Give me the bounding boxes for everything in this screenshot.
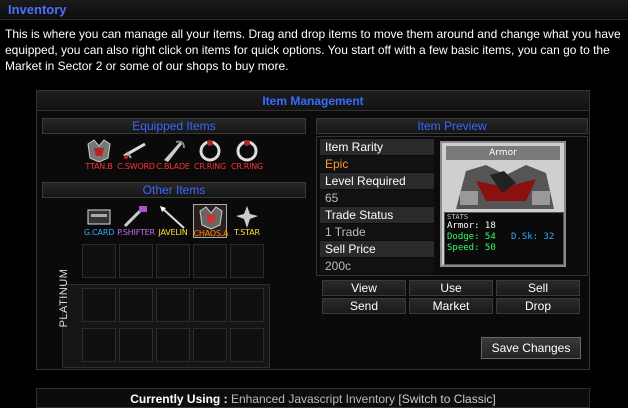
item-card: Armor STATS Armor: 18 Dodge: 54 D.Sk: 32… xyxy=(440,141,566,267)
blade-icon xyxy=(164,140,185,162)
shifter-icon xyxy=(123,206,147,228)
rarity-value: Epic xyxy=(320,156,434,172)
equipped-item-ring-2[interactable]: CR.RING xyxy=(230,138,264,172)
other-heading: Other Items xyxy=(42,182,306,198)
stat-dsk: D.Sk: 32 xyxy=(511,232,555,242)
price-value: 200c xyxy=(320,258,434,274)
footer-key: Currently Using : xyxy=(130,392,228,406)
platinum-slot[interactable] xyxy=(119,288,153,322)
empty-slot[interactable] xyxy=(230,244,264,278)
drop-button[interactable]: Drop xyxy=(496,298,580,314)
level-label: Level Required xyxy=(320,173,434,189)
platinum-slot[interactable] xyxy=(82,288,116,322)
ring-icon xyxy=(236,140,258,162)
trade-label: Trade Status xyxy=(320,207,434,223)
equipped-heading: Equipped Items xyxy=(42,118,306,134)
send-button[interactable]: Send xyxy=(322,298,406,314)
empty-slot[interactable] xyxy=(119,244,153,278)
stats-caption: STATS xyxy=(447,213,469,221)
platinum-label: PLATINUM xyxy=(58,268,70,328)
top-bar: Inventory xyxy=(0,0,628,20)
platinum-slot[interactable] xyxy=(82,328,116,362)
equipped-item-ring-1[interactable]: CR.RING xyxy=(193,138,227,172)
preview-heading: Item Preview xyxy=(316,118,588,134)
chaos-armor-icon xyxy=(199,206,223,230)
stat-armor: Armor: 18 xyxy=(447,221,496,231)
item-label: CR.RING xyxy=(230,162,264,171)
sword-icon xyxy=(123,142,146,159)
armor-art-icon xyxy=(456,165,554,209)
item-label: T.STAR xyxy=(234,228,260,237)
platinum-slot[interactable] xyxy=(156,328,190,362)
platinum-slot[interactable] xyxy=(156,288,190,322)
empty-slot[interactable] xyxy=(193,244,227,278)
footer-value: Enhanced Javascript Inventory xyxy=(230,392,396,406)
stat-speed: Speed: 50 xyxy=(447,243,496,253)
equipped-item-sword[interactable]: C.SWORD xyxy=(117,138,155,172)
platinum-slot[interactable] xyxy=(193,288,227,322)
price-label: Sell Price xyxy=(320,241,434,257)
card-title: Armor xyxy=(446,146,560,160)
equipped-item-armor[interactable]: TTAN.B xyxy=(82,138,116,172)
other-item-star[interactable]: T.STAR xyxy=(230,204,264,238)
view-button[interactable]: View xyxy=(322,280,406,296)
stat-dodge: Dodge: 54 xyxy=(447,232,496,242)
star-icon xyxy=(236,206,258,228)
save-changes-button[interactable]: Save Changes xyxy=(481,337,581,359)
ring-icon xyxy=(199,140,221,162)
footer-bar: Currently Using : Enhanced Javascript In… xyxy=(36,388,590,408)
card-stats: STATS Armor: 18 Dodge: 54 D.Sk: 32 Speed… xyxy=(444,212,564,265)
platinum-slot[interactable] xyxy=(193,328,227,362)
platinum-slot[interactable] xyxy=(230,288,264,322)
platinum-slot[interactable] xyxy=(119,328,153,362)
platinum-slot[interactable] xyxy=(230,328,264,362)
other-item-shifter[interactable]: P.SHIFTER xyxy=(117,204,155,238)
panel-title: Item Management xyxy=(37,91,589,111)
switch-classic-link[interactable]: [Switch to Classic] xyxy=(398,392,495,406)
empty-slot[interactable] xyxy=(82,244,116,278)
page-title: Inventory xyxy=(8,2,67,17)
equipped-item-blade[interactable]: C.BLADE xyxy=(156,138,190,172)
intro-text: This is where you can manage all your it… xyxy=(5,27,621,73)
other-item-javelin[interactable]: JAVELIN xyxy=(156,204,190,238)
rarity-label: Item Rarity xyxy=(320,139,434,155)
sell-button[interactable]: Sell xyxy=(496,280,580,296)
use-button[interactable]: Use xyxy=(409,280,493,296)
empty-slot[interactable] xyxy=(156,244,190,278)
level-value: 65 xyxy=(320,190,434,206)
market-button[interactable]: Market xyxy=(409,298,493,314)
other-item-card[interactable]: G.CARD xyxy=(82,204,116,238)
other-item-chaos-armor[interactable]: CHAOS.A xyxy=(193,204,229,238)
armor-icon xyxy=(87,139,111,163)
javelin-icon xyxy=(160,206,185,229)
trade-value: 1 Trade xyxy=(320,224,434,240)
card-icon xyxy=(87,209,111,225)
